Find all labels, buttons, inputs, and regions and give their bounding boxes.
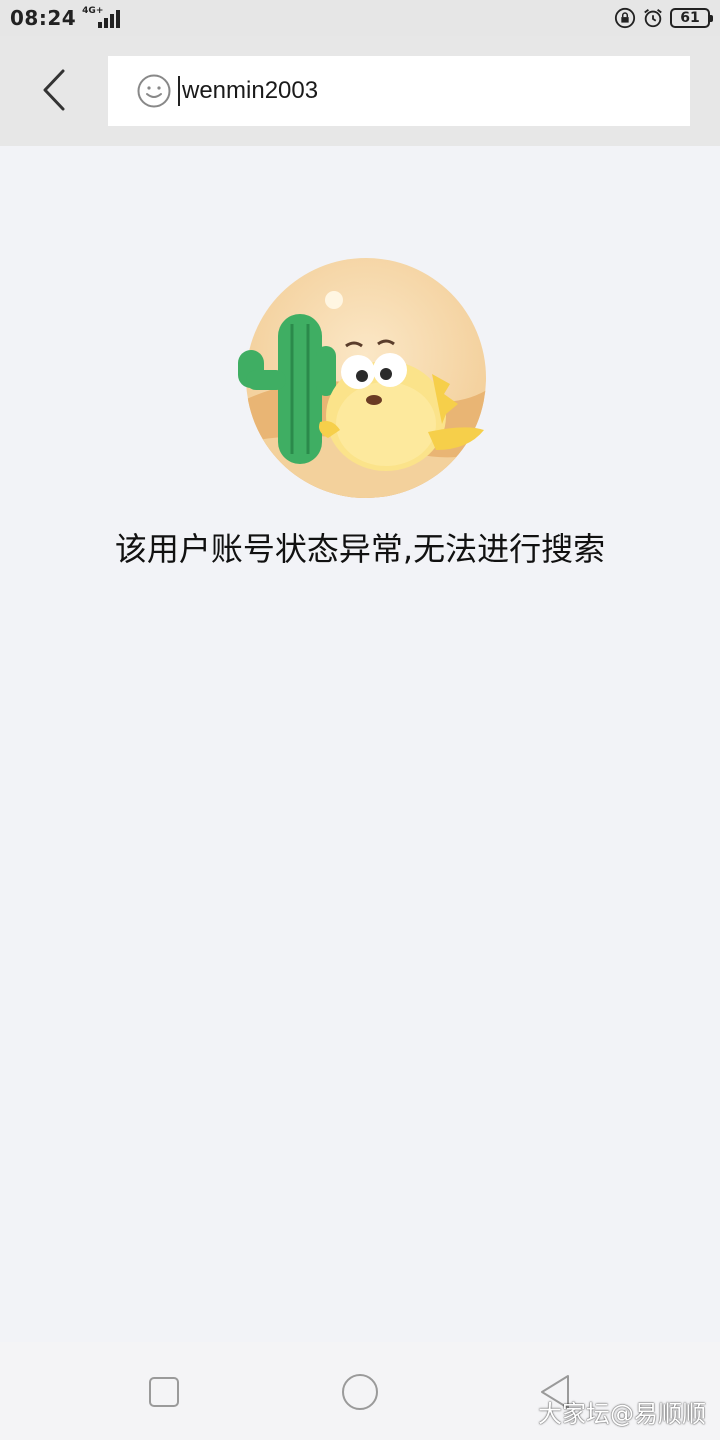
search-input[interactable]: wenmin2003 <box>178 76 318 106</box>
search-box[interactable]: wenmin2003 <box>108 56 690 126</box>
chevron-left-icon <box>43 69 65 111</box>
status-left: 08:24 4G+ <box>10 6 121 30</box>
cactus-fish-illustration <box>238 258 486 498</box>
result-area: 该用户账号状态异常,无法进行搜索 <box>0 146 720 1342</box>
search-header: wenmin2003 <box>0 36 720 146</box>
alarm-icon <box>644 9 662 28</box>
square-recent-apps-icon[interactable] <box>144 1372 184 1412</box>
network-indicator: 4G+ <box>82 6 121 30</box>
signal-icon <box>98 10 121 28</box>
battery-level: 61 <box>680 10 700 26</box>
watermark: 大家坛@易顺顺 <box>538 1400 706 1428</box>
lock-rotation-icon <box>614 7 636 29</box>
smiley-face-icon <box>137 74 171 108</box>
circle-home-icon[interactable] <box>340 1372 380 1412</box>
status-bar: 08:24 4G+ 61 <box>0 0 720 36</box>
back-button[interactable] <box>28 64 80 116</box>
status-time: 08:24 <box>10 6 77 30</box>
status-right: 61 <box>614 7 713 29</box>
navigation-bar: 大家坛@易顺顺 <box>0 1342 720 1440</box>
status-message: 该用户账号状态异常,无法进行搜索 <box>114 530 606 568</box>
battery-icon: 61 <box>670 8 713 28</box>
